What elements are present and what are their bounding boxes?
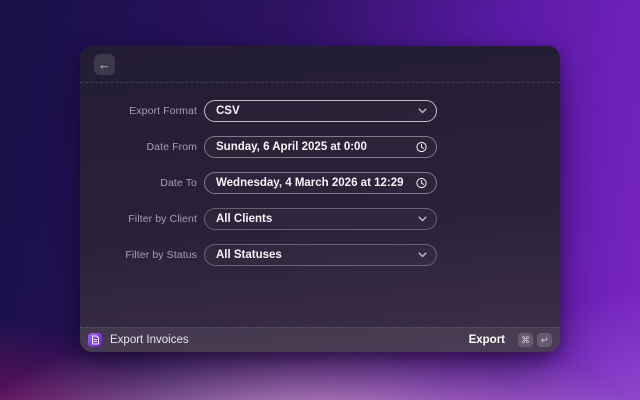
command-key-icon[interactable]: ⌘	[518, 333, 533, 347]
date-to-label: Date To	[80, 177, 197, 189]
date-from-value: Sunday, 6 April 2025 at 0:00	[205, 141, 367, 153]
filter-status-value: All Statuses	[205, 249, 282, 261]
export-button[interactable]: Export	[469, 334, 505, 346]
chevron-down-icon	[418, 216, 427, 222]
return-key-icon[interactable]: ↵	[537, 333, 552, 347]
chevron-down-icon	[418, 108, 427, 114]
form-row-date-to: Date To Wednesday, 4 March 2026 at 12:29	[80, 172, 560, 194]
form-row-date-from: Date From Sunday, 6 April 2025 at 0:00	[80, 136, 560, 158]
form-row-export-format: Export Format CSV	[80, 100, 560, 122]
filter-client-label: Filter by Client	[80, 213, 197, 225]
date-from-field[interactable]: Sunday, 6 April 2025 at 0:00	[204, 136, 437, 158]
date-to-value: Wednesday, 4 March 2026 at 12:29	[205, 177, 404, 189]
clock-icon	[416, 142, 427, 153]
form-row-filter-status: Filter by Status All Statuses	[80, 244, 560, 266]
date-from-label: Date From	[80, 141, 197, 153]
dialog-footer: Export Invoices Export ⌘ ↵	[80, 327, 560, 352]
export-form: Export Format CSV Date From Sunday, 6 Ap…	[80, 83, 560, 266]
export-invoices-dialog: ← Export Format CSV Date From Sunday, 6 …	[80, 46, 560, 352]
invoice-app-icon	[88, 333, 102, 347]
filter-status-label: Filter by Status	[80, 249, 197, 261]
export-format-value: CSV	[205, 105, 240, 117]
filter-client-select[interactable]: All Clients	[204, 208, 437, 230]
dialog-header: ←	[80, 46, 560, 83]
export-format-label: Export Format	[80, 105, 197, 117]
desktop-background: ← Export Format CSV Date From Sunday, 6 …	[0, 0, 640, 400]
back-button[interactable]: ←	[94, 54, 115, 75]
footer-title: Export Invoices	[110, 334, 189, 346]
form-row-filter-client: Filter by Client All Clients	[80, 208, 560, 230]
back-arrow-icon: ←	[98, 58, 111, 71]
date-to-field[interactable]: Wednesday, 4 March 2026 at 12:29	[204, 172, 437, 194]
filter-status-select[interactable]: All Statuses	[204, 244, 437, 266]
filter-client-value: All Clients	[205, 213, 272, 225]
export-format-select[interactable]: CSV	[204, 100, 437, 122]
clock-icon	[416, 178, 427, 189]
chevron-down-icon	[418, 252, 427, 258]
